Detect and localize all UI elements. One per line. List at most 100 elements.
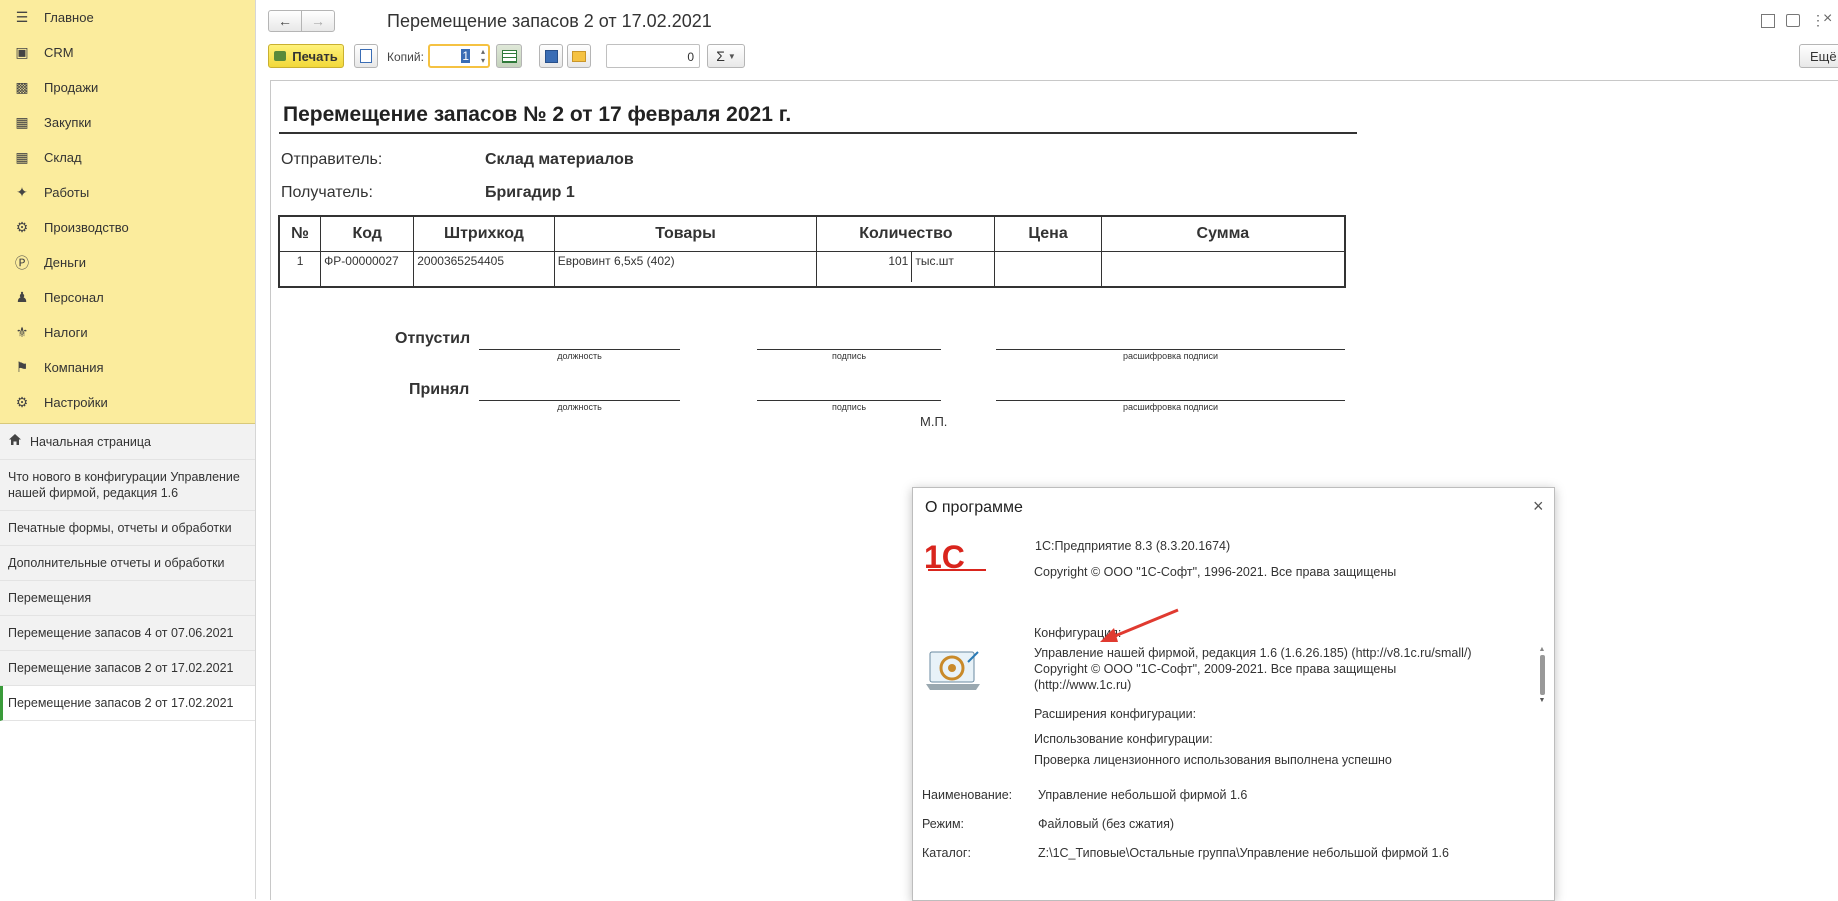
sales-icon: ▩ (15, 79, 29, 95)
column-header: № (278, 215, 322, 252)
sender-value: Склад материалов (485, 151, 634, 168)
open-window-item[interactable]: Печатные формы, отчеты и обработки (0, 511, 255, 546)
open-window-item[interactable]: Перемещения (0, 581, 255, 616)
accepted-position-line (479, 400, 680, 401)
print-label: Печать (292, 48, 338, 64)
scroll-up-icon[interactable]: ▲ (1538, 646, 1546, 653)
open-window-item[interactable]: Дополнительные отчеты и обработки (0, 546, 255, 581)
catalog-label: Каталог: (922, 846, 971, 860)
form-header: ← → Перемещение запасов 2 от 17.02.2021 … (256, 0, 1838, 80)
accepted-decoding-line (996, 400, 1345, 401)
more-button[interactable]: Ещё (1799, 44, 1838, 68)
column-header: Штрихкод (413, 215, 555, 252)
home-page-link[interactable]: Начальная страница (0, 424, 255, 460)
1c-logo: 1С (924, 538, 988, 575)
table-cell-sum (1100, 251, 1346, 287)
table-header-row: № Код Штрихкод Товары Количество Цена Сумма (278, 215, 1346, 252)
sidebar-item-label: CRM (44, 45, 74, 60)
copies-input[interactable]: 1 ▴ ▾ (428, 44, 490, 68)
form-title: Перемещение запасов 2 от 17.02.2021 (387, 11, 712, 31)
floppy-icon (544, 49, 558, 63)
table-cell-price (994, 251, 1102, 287)
accepted-signature-line (757, 400, 941, 401)
sections-panel: ☰ Главное ▣ CRM ▩ Продажи ▦ Закупки ▦ Склад ✦ Работ… (0, 0, 255, 424)
close-icon[interactable]: × (1823, 10, 1832, 28)
released-label: Отпустил (395, 330, 471, 347)
dropdown-icon: ▼ (727, 51, 736, 61)
sidebar-item-4[interactable]: ▦ Склад (0, 140, 255, 175)
sidebar-item-11[interactable]: ⚙ Настройки (0, 385, 255, 420)
copies-label: Копий: (387, 50, 424, 64)
sum-field[interactable]: 0 (606, 44, 700, 68)
save-icon[interactable] (1761, 14, 1775, 28)
production-icon: ⚙ (15, 219, 29, 235)
save-file-button[interactable] (539, 44, 563, 68)
home-icon (8, 433, 22, 450)
document-heading: Перемещение запасов № 2 от 17 февраля 20… (283, 103, 792, 126)
configuration-scrollbar[interactable]: ▲ ▼ (1538, 646, 1546, 718)
sidebar-item-5[interactable]: ✦ Работы (0, 175, 255, 210)
column-header: Цена (994, 215, 1102, 252)
scroll-down-icon[interactable]: ▼ (1538, 697, 1546, 704)
accepted-label: Принял (409, 381, 470, 398)
heading-underline (279, 132, 1357, 134)
released-decoding-caption: расшифровка подписи (1123, 351, 1218, 361)
sigma-icon: Σ (716, 48, 725, 64)
column-header: Код (320, 215, 415, 252)
purchases-icon: ▦ (15, 114, 29, 130)
platform-version: 1С:Предприятие 8.3 (8.3.20.1674) (1035, 539, 1231, 553)
gear-icon: ⚙ (15, 394, 29, 410)
sidebar-item-9[interactable]: ⚜ Налоги (0, 315, 255, 350)
quantity-value: 101 (817, 252, 913, 282)
sidebar-item-10[interactable]: ⚑ Компания (0, 350, 255, 385)
scroll-thumb[interactable] (1539, 655, 1545, 695)
sum-mode-button[interactable]: Σ ▼ (707, 44, 745, 68)
stamp-label: М.П. (920, 414, 948, 429)
sidebar-item-1[interactable]: ▣ CRM (0, 35, 255, 70)
sidebar-item-2[interactable]: ▩ Продажи (0, 70, 255, 105)
flag-icon: ⚑ (15, 359, 29, 375)
edit-mode-button[interactable] (496, 44, 522, 68)
preview-icon (360, 49, 372, 63)
sidebar-item-label: Персонал (44, 290, 104, 305)
sidebar-item-7[interactable]: Ⓟ Деньги (0, 245, 255, 280)
open-window-item[interactable]: Перемещение запасов 2 от 17.02.2021 (0, 686, 255, 721)
sidebar-item-label: Налоги (44, 325, 88, 340)
copies-value: 1 (461, 49, 470, 63)
about-dialog: О программе × 1С 1С:Предприятие 8.3 (8.3… (912, 487, 1555, 901)
annotation-arrow-icon (1100, 608, 1179, 642)
sidebar-item-3[interactable]: ▦ Закупки (0, 105, 255, 140)
items-table: № Код Штрихкод Товары Количество Цена Сумма 1Ф… (278, 215, 1346, 288)
released-decoding-line (996, 349, 1345, 350)
home-page-label: Начальная страница (30, 434, 151, 449)
forward-button[interactable]: → (301, 10, 335, 32)
sidebar: ☰ Главное ▣ CRM ▩ Продажи ▦ Закупки ▦ Склад ✦ Работ… (0, 0, 256, 899)
tax-icon: ⚜ (15, 324, 29, 340)
open-window-item[interactable]: Перемещение запасов 4 от 07.06.2021 (0, 616, 255, 651)
back-button[interactable]: ← (268, 10, 302, 32)
print-button[interactable]: Печать (268, 44, 344, 68)
sidebar-item-0[interactable]: ☰ Главное (0, 0, 255, 35)
arrow-left-icon: ← (278, 13, 292, 29)
configuration-site: (http://www.1c.ru) (1034, 678, 1132, 692)
released-signature-caption: подпись (831, 351, 867, 361)
print-icon[interactable] (1786, 14, 1800, 27)
main-area: ← → Перемещение запасов 2 от 17.02.2021 … (256, 0, 1838, 901)
send-email-button[interactable] (567, 44, 591, 68)
printer-icon (274, 51, 287, 61)
sum-value: 0 (687, 50, 694, 64)
spinner-icon[interactable]: ▴ ▾ (481, 47, 485, 65)
open-window-item[interactable]: Что нового в конфигурации Управление наш… (0, 460, 255, 511)
table-row: 1 ФР-00000027 2000365254405 Евровинт 6,5х5 … (278, 251, 1346, 287)
sidebar-item-6[interactable]: ⚙ Производство (0, 210, 255, 245)
preview-button[interactable] (354, 44, 378, 68)
open-window-item[interactable]: Перемещение запасов 2 от 17.02.2021 (0, 651, 255, 686)
close-icon[interactable]: × (1533, 496, 1544, 517)
mode-label: Режим: (922, 817, 965, 831)
released-signature-line (757, 349, 941, 350)
money-icon: Ⓟ (15, 254, 29, 271)
configuration-icon (924, 648, 984, 694)
sidebar-item-label: Деньги (44, 255, 86, 270)
sidebar-item-8[interactable]: ♟ Персонал (0, 280, 255, 315)
crm-icon: ▣ (15, 44, 29, 60)
